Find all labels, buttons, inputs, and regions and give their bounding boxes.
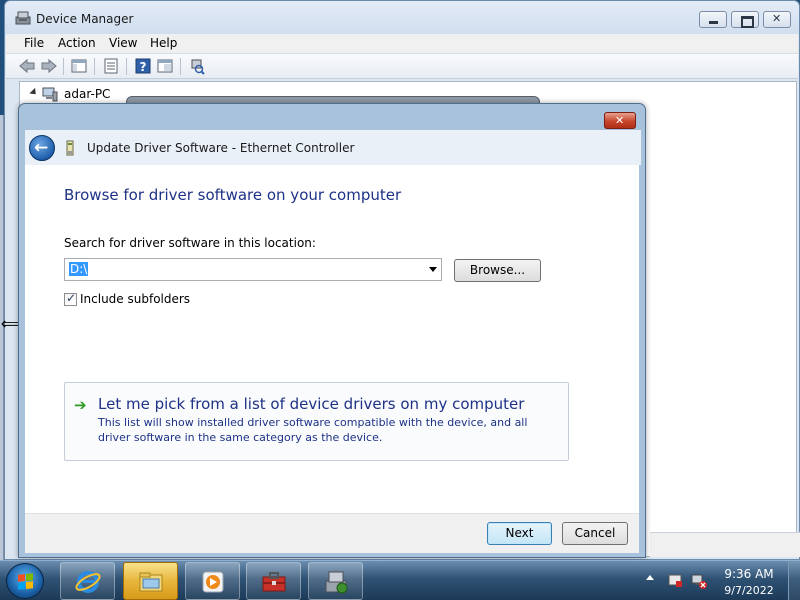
device-manager-icon [15, 11, 31, 25]
tree-expander-icon[interactable] [29, 87, 39, 98]
taskbar-app-toolbox[interactable] [246, 562, 301, 600]
internet-explorer-icon [75, 571, 101, 593]
menu-bar: File Action View Help [6, 34, 798, 54]
taskbar-app-windows-explorer[interactable] [123, 562, 178, 600]
taskbar-app-internet-explorer[interactable] [60, 562, 115, 600]
taskbar: 9:36 AM 9/7/2022 [0, 560, 800, 600]
pick-from-list-description: This list will show installed driver sof… [98, 416, 528, 444]
browse-button[interactable]: Browse... [454, 259, 541, 282]
dialog-footer: Next Cancel [25, 513, 639, 553]
search-location-label: Search for driver software in this locat… [64, 236, 316, 250]
toolbox-icon [262, 572, 286, 592]
scan-hardware-icon[interactable] [188, 57, 206, 75]
cancel-button[interactable]: Cancel [562, 522, 628, 545]
chevron-down-icon[interactable] [429, 267, 437, 272]
taskbar-app-media-player[interactable] [185, 562, 240, 600]
maximize-button[interactable] [731, 11, 759, 28]
network-disconnected-icon[interactable] [691, 573, 707, 589]
device-manager-icon [325, 571, 348, 594]
menu-action[interactable]: Action [58, 36, 96, 50]
network-adapter-icon [66, 140, 74, 156]
taskbar-app-device-manager[interactable] [308, 562, 363, 600]
show-desktop-button[interactable] [788, 561, 800, 600]
include-subfolders-checkbox[interactable] [64, 291, 77, 306]
show-hidden-icons-button[interactable] [646, 575, 654, 580]
help-icon[interactable]: ? [134, 57, 152, 75]
window-edge [0, 115, 4, 560]
include-subfolders-label[interactable]: Include subfolders [80, 292, 190, 306]
page-heading: Browse for driver software on your compu… [64, 186, 402, 204]
clock-date[interactable]: 9/7/2022 [718, 584, 780, 597]
toolbar: ? [6, 54, 798, 79]
update-driver-dialog: Update Driver Software - Ethernet Contro… [18, 103, 646, 558]
media-player-icon [202, 571, 224, 593]
next-button[interactable]: Next [487, 522, 552, 545]
show-hide-console-tree-icon[interactable] [70, 57, 88, 75]
dialog-body: Browse for driver software on your compu… [25, 165, 639, 513]
properties-icon[interactable] [102, 57, 120, 75]
view-icon[interactable] [156, 57, 174, 75]
pick-from-list-link[interactable]: ➔ Let me pick from a list of device driv… [64, 382, 569, 461]
device-manager-title: Device Manager [36, 12, 134, 26]
device-manager-titlebar[interactable]: Device Manager [5, 1, 799, 35]
search-location-combobox[interactable]: D:\ [64, 258, 442, 281]
back-button[interactable] [29, 135, 55, 161]
windows-logo-icon [18, 573, 33, 590]
search-location-value[interactable]: D:\ [69, 262, 89, 276]
green-arrow-icon: ➔ [74, 396, 87, 414]
status-bar [650, 532, 800, 557]
clock-time[interactable]: 9:36 AM [718, 567, 780, 581]
menu-help[interactable]: Help [150, 36, 177, 50]
start-button[interactable] [6, 563, 44, 599]
tree-label-computer: adar-PC [64, 87, 111, 101]
computer-icon [42, 87, 58, 102]
dialog-header: Update Driver Software - Ethernet Contro… [25, 130, 641, 165]
minimize-button[interactable] [699, 11, 727, 28]
action-center-icon[interactable] [667, 573, 683, 589]
menu-file[interactable]: File [24, 36, 44, 50]
windows-explorer-icon [139, 572, 163, 592]
svg-text:?: ? [140, 60, 147, 74]
dialog-title: Update Driver Software - Ethernet Contro… [87, 141, 355, 155]
back-arrow-icon[interactable] [18, 57, 36, 75]
forward-arrow-icon[interactable] [40, 57, 58, 75]
close-button[interactable] [763, 11, 791, 28]
menu-view[interactable]: View [109, 36, 137, 50]
pick-from-list-title[interactable]: Let me pick from a list of device driver… [98, 395, 524, 413]
dialog-close-button[interactable] [604, 112, 636, 129]
